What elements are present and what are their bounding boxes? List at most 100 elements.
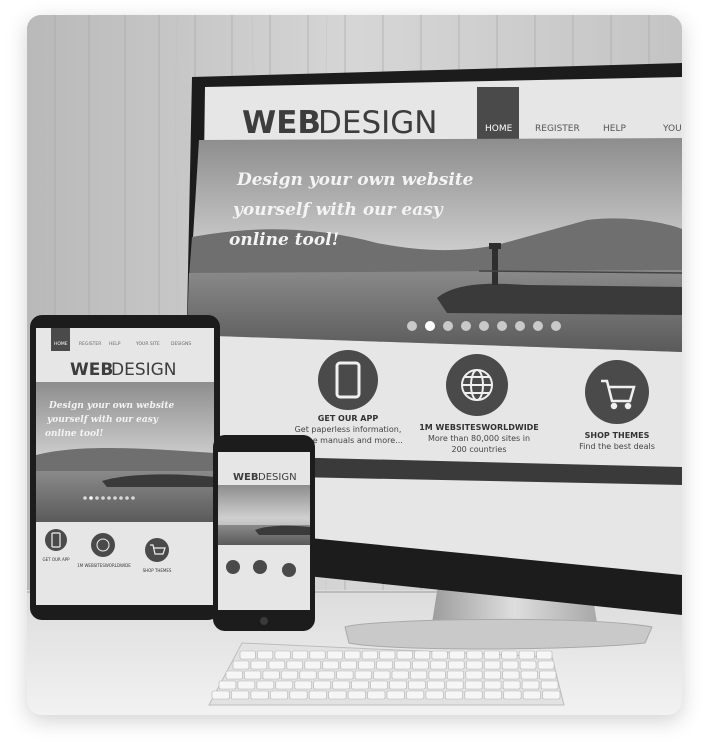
- keyboard-key: [483, 650, 500, 660]
- monitor-nav-home[interactable]: HOME: [485, 124, 513, 134]
- keyboard-key: [501, 660, 519, 670]
- keyboard-key: [367, 690, 386, 700]
- carousel-dot[interactable]: [497, 321, 507, 331]
- tablet-nav-your-site[interactable]: YOUR SITE: [135, 341, 160, 347]
- keyboard-key: [414, 650, 431, 660]
- carousel-dot[interactable]: [533, 321, 543, 331]
- feature-websites-line-1: More than 80,000 sites in: [428, 434, 530, 443]
- keyboard-key: [431, 650, 448, 660]
- keyboard-key: [257, 650, 274, 660]
- phone-logo-bold: WEB: [233, 472, 258, 483]
- keyboard-key: [430, 660, 447, 670]
- monitor-nav-help[interactable]: HELP: [603, 124, 626, 134]
- keyboard-key: [448, 650, 465, 660]
- feature-websites-line-2: 200 countries: [452, 445, 507, 454]
- cart-circle: [585, 360, 649, 424]
- keyboard-key: [445, 680, 464, 690]
- keyboard-key: [262, 670, 280, 680]
- keyboard-key: [340, 660, 357, 670]
- carousel-dot[interactable]: [515, 321, 525, 331]
- keyboard-key: [540, 680, 559, 690]
- keyboard-key: [232, 660, 250, 670]
- tablet-feature-app: GET OUR APP: [42, 557, 70, 562]
- keyboard-key: [466, 650, 483, 660]
- keyboard-key: [358, 660, 375, 670]
- keyboard-key: [304, 660, 321, 670]
- keyboard-key: [379, 650, 396, 660]
- keyboard-key: [268, 660, 286, 670]
- keyboard-key: [412, 660, 429, 670]
- keyboard-key: [539, 670, 557, 680]
- monitor-hero-line-2: yourself with our easy: [232, 200, 444, 220]
- keyboard-key: [427, 680, 445, 690]
- keyboard-key: [396, 650, 413, 660]
- keyboard-key: [520, 670, 538, 680]
- keyboard-key: [465, 660, 483, 670]
- tablet-nav-designs[interactable]: DESIGNS: [171, 341, 191, 347]
- keyboard-key: [483, 680, 502, 690]
- tablet-hero-line-3: online tool!: [45, 429, 103, 439]
- keyboard-key: [326, 650, 343, 660]
- keyboard-key: [281, 670, 299, 680]
- keyboard-key: [521, 680, 540, 690]
- monitor-logo-bold: WEB: [242, 105, 321, 141]
- tablet-feature-shop: SHOP THEMES: [143, 568, 172, 573]
- keyboard-key: [518, 650, 535, 660]
- monitor-nav-you[interactable]: YOU: [662, 124, 682, 134]
- tablet-nav-help[interactable]: HELP: [109, 341, 121, 347]
- keyboard-key: [275, 680, 294, 690]
- keyboard-key: [286, 660, 303, 670]
- keyboard-key: [444, 690, 463, 700]
- keyboard-key: [225, 670, 243, 680]
- phone-home-button: [260, 617, 268, 625]
- monitor-nav-register[interactable]: REGISTER: [535, 124, 580, 134]
- feature-websites-title: 1M WEBSITESWORLDWIDE: [419, 423, 539, 432]
- keyboard-key: [502, 680, 521, 690]
- carousel-dot[interactable]: [479, 321, 489, 331]
- keyboard-key: [503, 690, 522, 700]
- keyboard-key: [317, 670, 335, 680]
- carousel-dot[interactable]: [425, 321, 435, 331]
- feature-app-line-1: Get paperless information,: [295, 425, 402, 434]
- keyboard-key: [354, 670, 372, 680]
- monitor-carousel-dots[interactable]: [407, 321, 561, 331]
- tablet-nav-register[interactable]: REGISTER: [79, 341, 101, 347]
- keyboard-key: [483, 660, 501, 670]
- keyboard-key: [289, 690, 308, 700]
- keyboard-key: [376, 660, 393, 670]
- carousel-dot[interactable]: [551, 321, 561, 331]
- tablet-logo-light: DESIGN: [111, 360, 177, 380]
- monitor-logo-light: DESIGN: [318, 105, 438, 141]
- keyboard-key: [519, 660, 537, 670]
- keyboard-key: [386, 690, 405, 700]
- monitor-base: [344, 618, 653, 650]
- tablet-hero-line-2: yourself with our easy: [46, 415, 159, 425]
- keyboard-key: [394, 660, 411, 670]
- keyboard-key: [313, 680, 331, 690]
- monitor-hero-line-1: Design your own website: [236, 170, 474, 190]
- keyboard-key: [425, 690, 444, 700]
- phone-globe-icon: [253, 560, 267, 574]
- keyboard-key: [294, 680, 312, 690]
- tablet-cart-icon: [145, 538, 169, 562]
- keyboard-key: [336, 670, 354, 680]
- keyboard-key: [250, 660, 268, 670]
- keyboard-key: [344, 650, 361, 660]
- keyboard-key: [406, 690, 425, 700]
- keyboard-key: [373, 670, 391, 680]
- smartphone: WEB DESIGN: [213, 435, 315, 631]
- keyboard-key: [465, 670, 483, 680]
- carousel-dot[interactable]: [443, 321, 453, 331]
- keyboard-key: [408, 680, 426, 690]
- keyboard-key: [428, 670, 446, 680]
- keyboard-key: [522, 690, 541, 700]
- keyboard-key: [446, 670, 464, 680]
- keyboard-key: [483, 690, 502, 700]
- carousel-dot[interactable]: [461, 321, 471, 331]
- carousel-dot[interactable]: [407, 321, 417, 331]
- keyboard-key: [536, 650, 553, 660]
- keyboard-key: [299, 670, 317, 680]
- keyboard-key: [270, 690, 289, 700]
- pier-rocks: [437, 283, 682, 315]
- tablet-nav-home[interactable]: HOME: [54, 341, 68, 347]
